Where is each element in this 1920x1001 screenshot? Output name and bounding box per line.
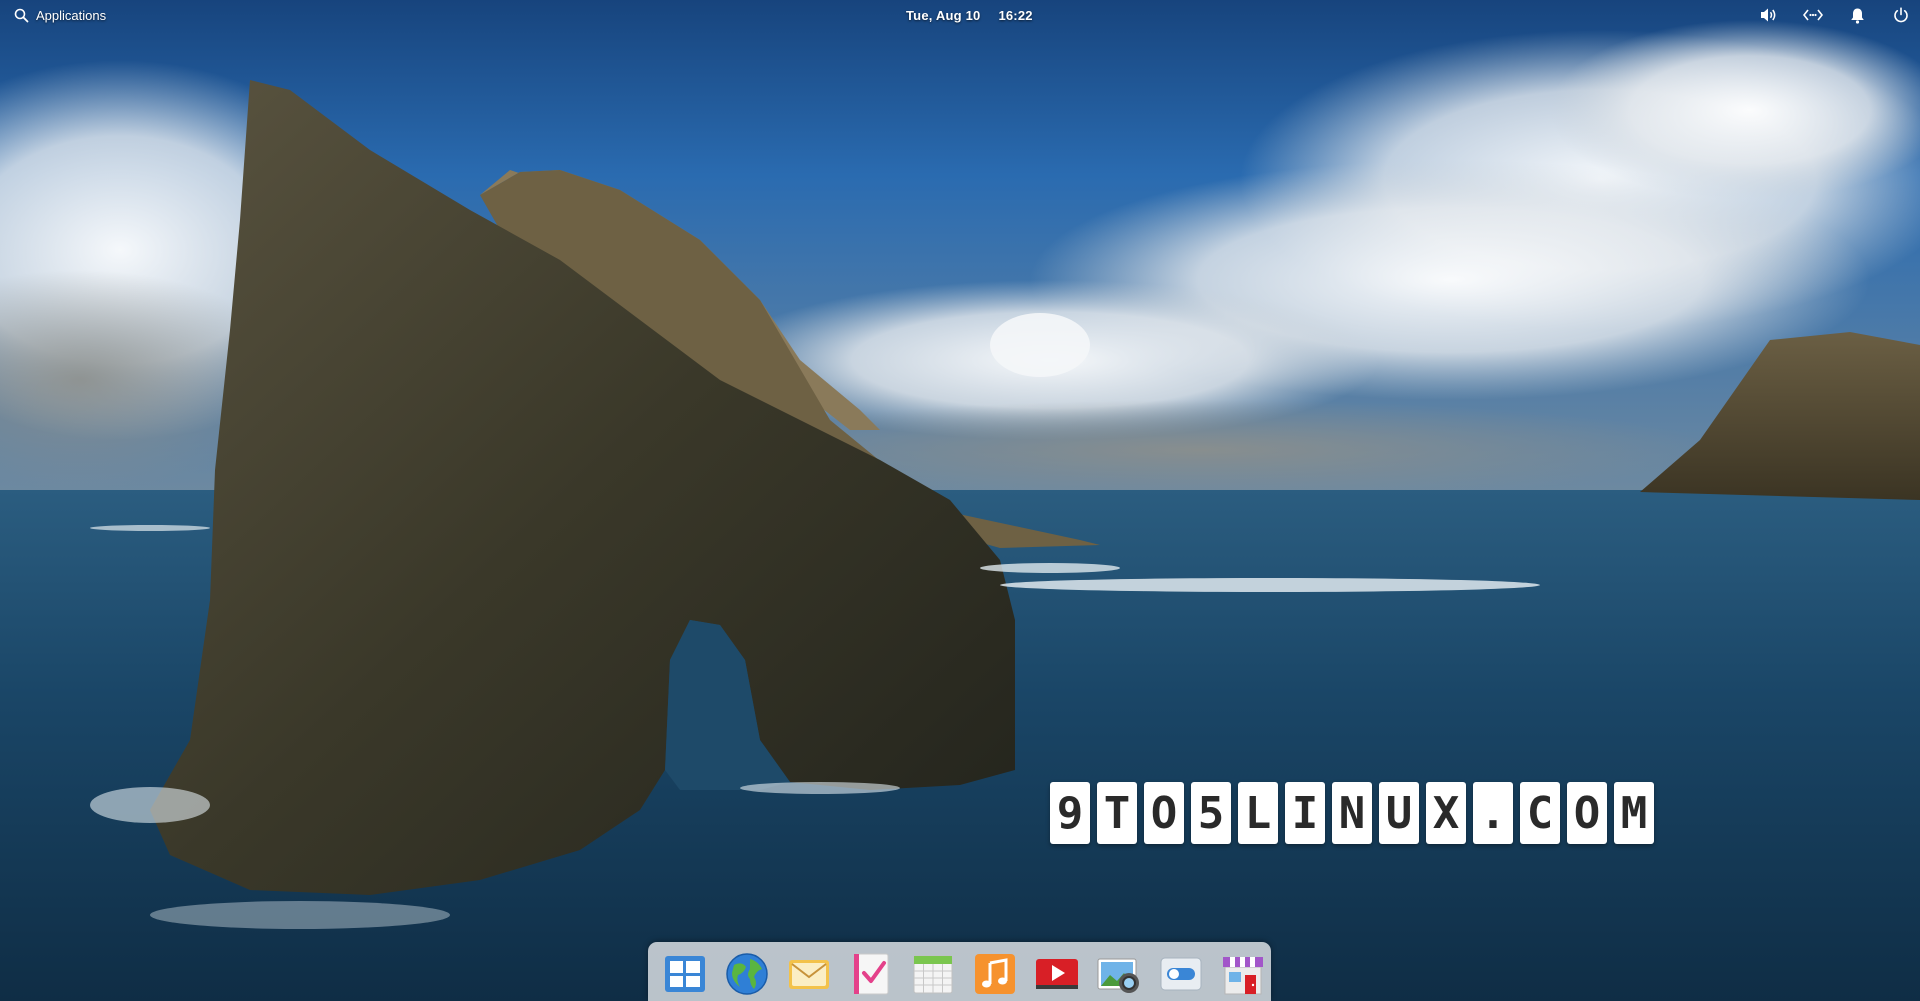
watermark-char: 5 [1191,782,1231,844]
watermark-char: X [1426,782,1466,844]
applications-menu-button[interactable]: Applications [8,0,112,30]
watermark-char: 9 [1050,782,1090,844]
calendar-icon [913,955,953,994]
system-indicators [1758,0,1912,30]
dock-item-web[interactable] [724,951,770,997]
dock-item-videos[interactable] [1034,951,1080,997]
network-icon[interactable] [1802,4,1824,26]
watermark-char: O [1144,782,1184,844]
watermark-char: M [1614,782,1654,844]
search-icon [14,8,29,23]
volume-icon[interactable] [1758,4,1780,26]
time-label: 16:22 [998,7,1033,23]
appcenter-icon [1223,957,1263,995]
watermark-char: N [1332,782,1372,844]
music-icon [975,954,1015,994]
dock-item-tasks[interactable] [848,951,894,997]
web-browser-icon [726,953,768,995]
top-panel: Applications Tue, Aug 10 16:22 [0,0,1920,30]
datetime-indicator[interactable]: Tue, Aug 10 16:22 [900,0,1039,30]
notifications-icon[interactable] [1846,4,1868,26]
applications-label: Applications [36,7,107,23]
dock [648,942,1271,1001]
dock-item-appcenter[interactable] [1220,951,1266,997]
watermark-char: . [1473,782,1513,844]
dock-item-calendar[interactable] [910,951,956,997]
dock-item-photos[interactable] [1096,951,1142,997]
watermark-char: L [1238,782,1278,844]
tasks-icon [854,953,889,995]
dock-item-multitasking[interactable] [662,951,708,997]
watermark-char: I [1285,782,1325,844]
mail-icon [789,960,829,989]
desktop-wallpaper [0,0,1920,1001]
watermark-9to5linux: 9 T O 5 L I N U X . C O M [1050,782,1654,844]
dock-item-mail[interactable] [786,951,832,997]
date-label: Tue, Aug 10 [906,7,981,23]
photos-icon [1097,958,1139,993]
dock-item-music[interactable] [972,951,1018,997]
watermark-char: T [1097,782,1137,844]
power-icon[interactable] [1890,4,1912,26]
settings-icon [1160,957,1202,991]
dock-item-system-settings[interactable] [1158,951,1204,997]
videos-icon [1036,959,1078,989]
multitasking-icon [665,956,705,992]
watermark-char: U [1379,782,1419,844]
watermark-char: C [1520,782,1560,844]
watermark-char: O [1567,782,1607,844]
